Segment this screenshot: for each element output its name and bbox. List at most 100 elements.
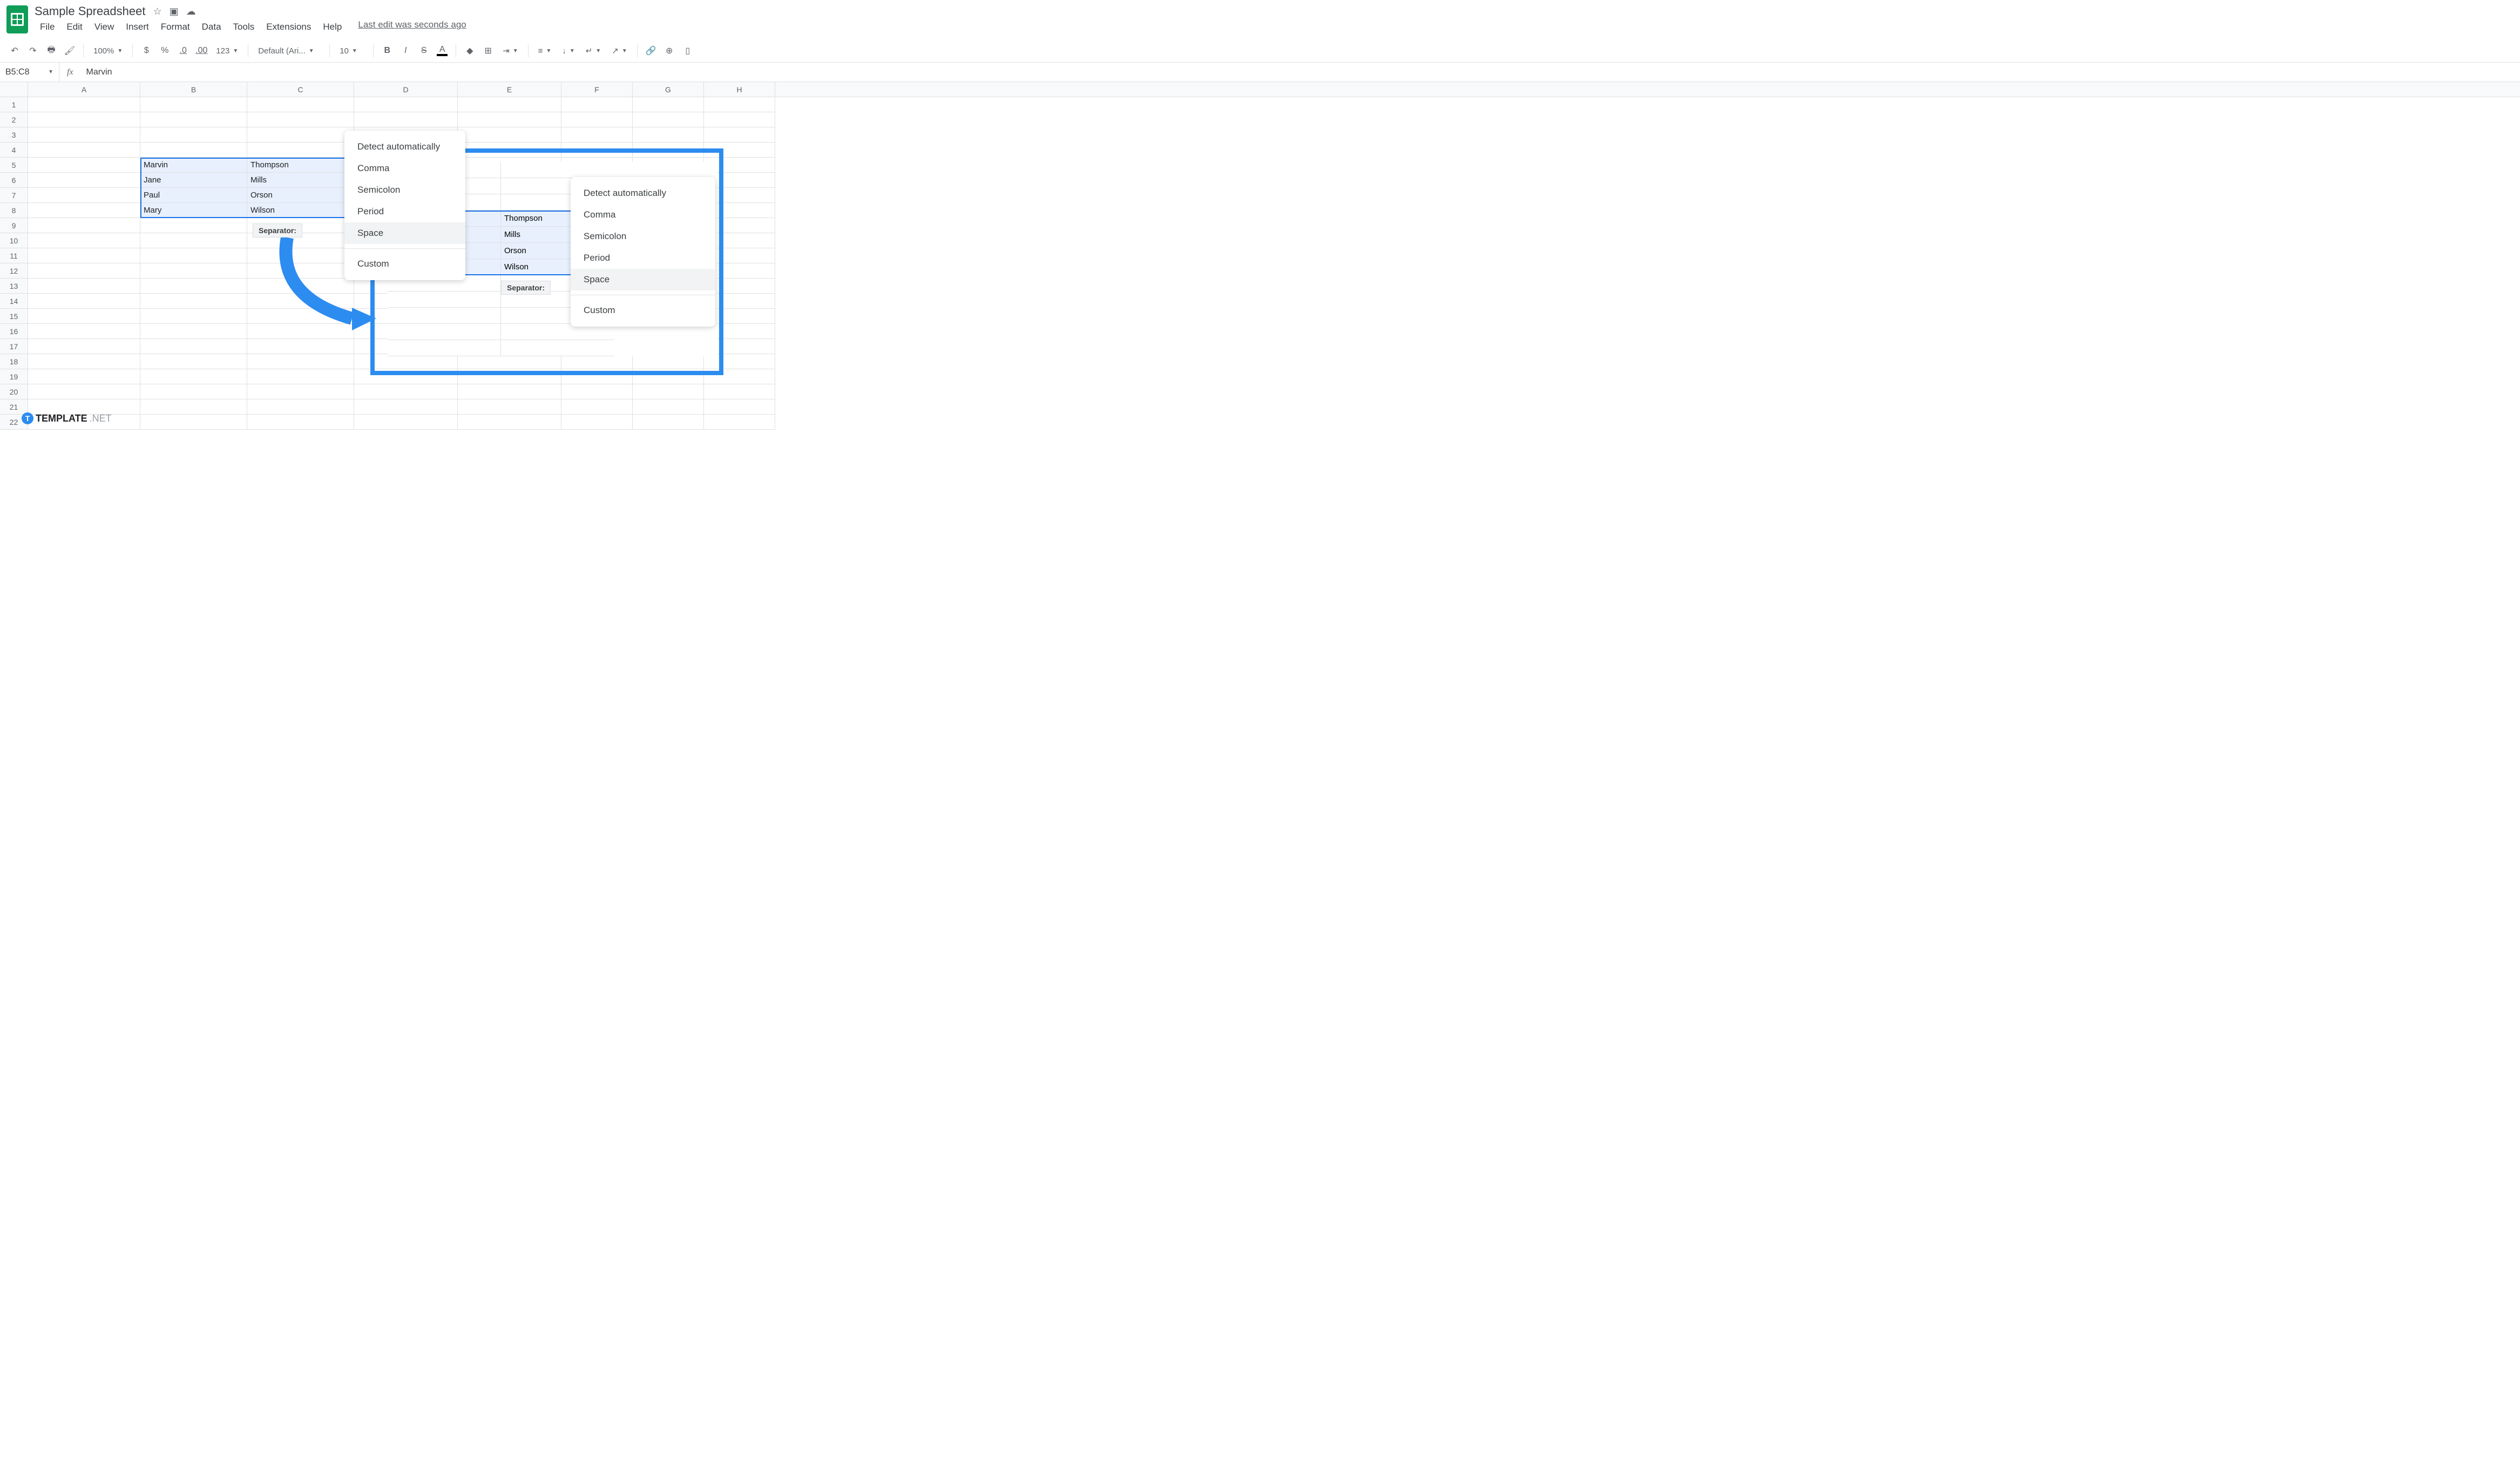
row-header-1[interactable]: 1 bbox=[0, 97, 28, 112]
separator-option-period[interactable]: Period bbox=[344, 201, 465, 222]
cell-H3[interactable] bbox=[704, 127, 775, 143]
cloud-icon[interactable]: ☁ bbox=[186, 6, 196, 17]
menu-insert[interactable]: Insert bbox=[120, 19, 154, 35]
separator-option-semicolon[interactable]: Semicolon bbox=[344, 179, 465, 201]
cell-C21[interactable] bbox=[247, 399, 354, 415]
cell-B10[interactable] bbox=[140, 233, 247, 248]
cell-B15[interactable] bbox=[140, 309, 247, 324]
cell-D20[interactable] bbox=[354, 384, 458, 399]
cell-H2[interactable] bbox=[704, 112, 775, 127]
cell-A19[interactable] bbox=[28, 369, 140, 384]
cell-A7[interactable] bbox=[28, 188, 140, 203]
cell-B8[interactable]: Mary bbox=[140, 203, 247, 218]
move-icon[interactable]: ▣ bbox=[170, 6, 179, 17]
cell-G2[interactable] bbox=[633, 112, 704, 127]
row-header-12[interactable]: 12 bbox=[0, 263, 28, 279]
col-header-e[interactable]: E bbox=[458, 82, 561, 97]
last-edit-link[interactable]: Last edit was seconds ago bbox=[358, 19, 466, 35]
cell-A4[interactable] bbox=[28, 143, 140, 158]
comment-button[interactable]: ⊕ bbox=[661, 43, 678, 59]
cell-B4[interactable] bbox=[140, 143, 247, 158]
zoom-dropdown[interactable]: 100%▼ bbox=[89, 44, 127, 58]
cell-C18[interactable] bbox=[247, 354, 354, 369]
row-header-5[interactable]: 5 bbox=[0, 158, 28, 173]
cell-A15[interactable] bbox=[28, 309, 140, 324]
row-header-17[interactable]: 17 bbox=[0, 339, 28, 354]
cell-B5[interactable]: Marvin bbox=[140, 158, 247, 173]
cell-A17[interactable] bbox=[28, 339, 140, 354]
row-header-3[interactable]: 3 bbox=[0, 127, 28, 143]
cell-B2[interactable] bbox=[140, 112, 247, 127]
callout-option-detect[interactable]: Detect automatically bbox=[571, 182, 715, 204]
row-header-18[interactable]: 18 bbox=[0, 354, 28, 369]
callout-option-period[interactable]: Period bbox=[571, 247, 715, 269]
cell-A9[interactable] bbox=[28, 218, 140, 233]
increase-decimal-button[interactable]: .00 bbox=[193, 43, 209, 59]
number-format-dropdown[interactable]: 123▼ bbox=[212, 44, 242, 58]
cell-E21[interactable] bbox=[458, 399, 561, 415]
cell-B11[interactable] bbox=[140, 248, 247, 263]
cell-E22[interactable] bbox=[458, 415, 561, 430]
menu-data[interactable]: Data bbox=[197, 19, 227, 35]
cell-B3[interactable] bbox=[140, 127, 247, 143]
cell-G22[interactable] bbox=[633, 415, 704, 430]
cell-B13[interactable] bbox=[140, 279, 247, 294]
col-header-d[interactable]: D bbox=[354, 82, 458, 97]
cell-A18[interactable] bbox=[28, 354, 140, 369]
menu-help[interactable]: Help bbox=[317, 19, 347, 35]
cell-C6[interactable]: Mills bbox=[247, 173, 354, 188]
name-box[interactable]: B5:C8▼ bbox=[0, 63, 59, 82]
col-header-a[interactable]: A bbox=[28, 82, 140, 97]
sheets-logo-icon[interactable] bbox=[6, 5, 28, 33]
bold-button[interactable]: B bbox=[379, 43, 395, 59]
cell-A14[interactable] bbox=[28, 294, 140, 309]
cell-B17[interactable] bbox=[140, 339, 247, 354]
cell-D21[interactable] bbox=[354, 399, 458, 415]
cell-A5[interactable] bbox=[28, 158, 140, 173]
row-header-2[interactable]: 2 bbox=[0, 112, 28, 127]
italic-button[interactable]: I bbox=[397, 43, 414, 59]
cell-C20[interactable] bbox=[247, 384, 354, 399]
borders-button[interactable]: ⊞ bbox=[480, 43, 496, 59]
cell-C22[interactable] bbox=[247, 415, 354, 430]
row-header-20[interactable]: 20 bbox=[0, 384, 28, 399]
cell-B16[interactable] bbox=[140, 324, 247, 339]
cell-H21[interactable] bbox=[704, 399, 775, 415]
cell-H20[interactable] bbox=[704, 384, 775, 399]
formula-input[interactable] bbox=[81, 67, 2520, 77]
cell-B7[interactable]: Paul bbox=[140, 188, 247, 203]
cell-A16[interactable] bbox=[28, 324, 140, 339]
decrease-decimal-button[interactable]: .0 bbox=[175, 43, 191, 59]
cell-F21[interactable] bbox=[561, 399, 633, 415]
paint-format-button[interactable]: 🖌 bbox=[62, 43, 78, 59]
separator-option-comma[interactable]: Comma bbox=[344, 158, 465, 179]
callout-option-comma[interactable]: Comma bbox=[571, 204, 715, 226]
menu-edit[interactable]: Edit bbox=[61, 19, 87, 35]
font-dropdown[interactable]: Default (Ari...▼ bbox=[254, 44, 324, 58]
callout-option-custom[interactable]: Custom bbox=[571, 300, 715, 321]
undo-button[interactable]: ↶ bbox=[6, 43, 23, 59]
cell-A6[interactable] bbox=[28, 173, 140, 188]
cell-E2[interactable] bbox=[458, 112, 561, 127]
cell-C2[interactable] bbox=[247, 112, 354, 127]
cell-A20[interactable] bbox=[28, 384, 140, 399]
menu-view[interactable]: View bbox=[89, 19, 120, 35]
cell-A11[interactable] bbox=[28, 248, 140, 263]
cell-C8[interactable]: Wilson bbox=[247, 203, 354, 218]
separator-chip[interactable]: Separator: bbox=[253, 223, 302, 238]
menu-extensions[interactable]: Extensions bbox=[261, 19, 316, 35]
menu-format[interactable]: Format bbox=[155, 19, 195, 35]
row-header-11[interactable]: 11 bbox=[0, 248, 28, 263]
col-header-c[interactable]: C bbox=[247, 82, 354, 97]
cell-C7[interactable]: Orson bbox=[247, 188, 354, 203]
link-button[interactable]: 🔗 bbox=[643, 43, 659, 59]
cell-B19[interactable] bbox=[140, 369, 247, 384]
menu-file[interactable]: File bbox=[35, 19, 60, 35]
cell-F20[interactable] bbox=[561, 384, 633, 399]
cell-E1[interactable] bbox=[458, 97, 561, 112]
strikethrough-button[interactable]: S bbox=[416, 43, 432, 59]
cell-D2[interactable] bbox=[354, 112, 458, 127]
h-align-dropdown[interactable]: ≡▼ bbox=[534, 44, 556, 58]
cell-H1[interactable] bbox=[704, 97, 775, 112]
cell-H22[interactable] bbox=[704, 415, 775, 430]
